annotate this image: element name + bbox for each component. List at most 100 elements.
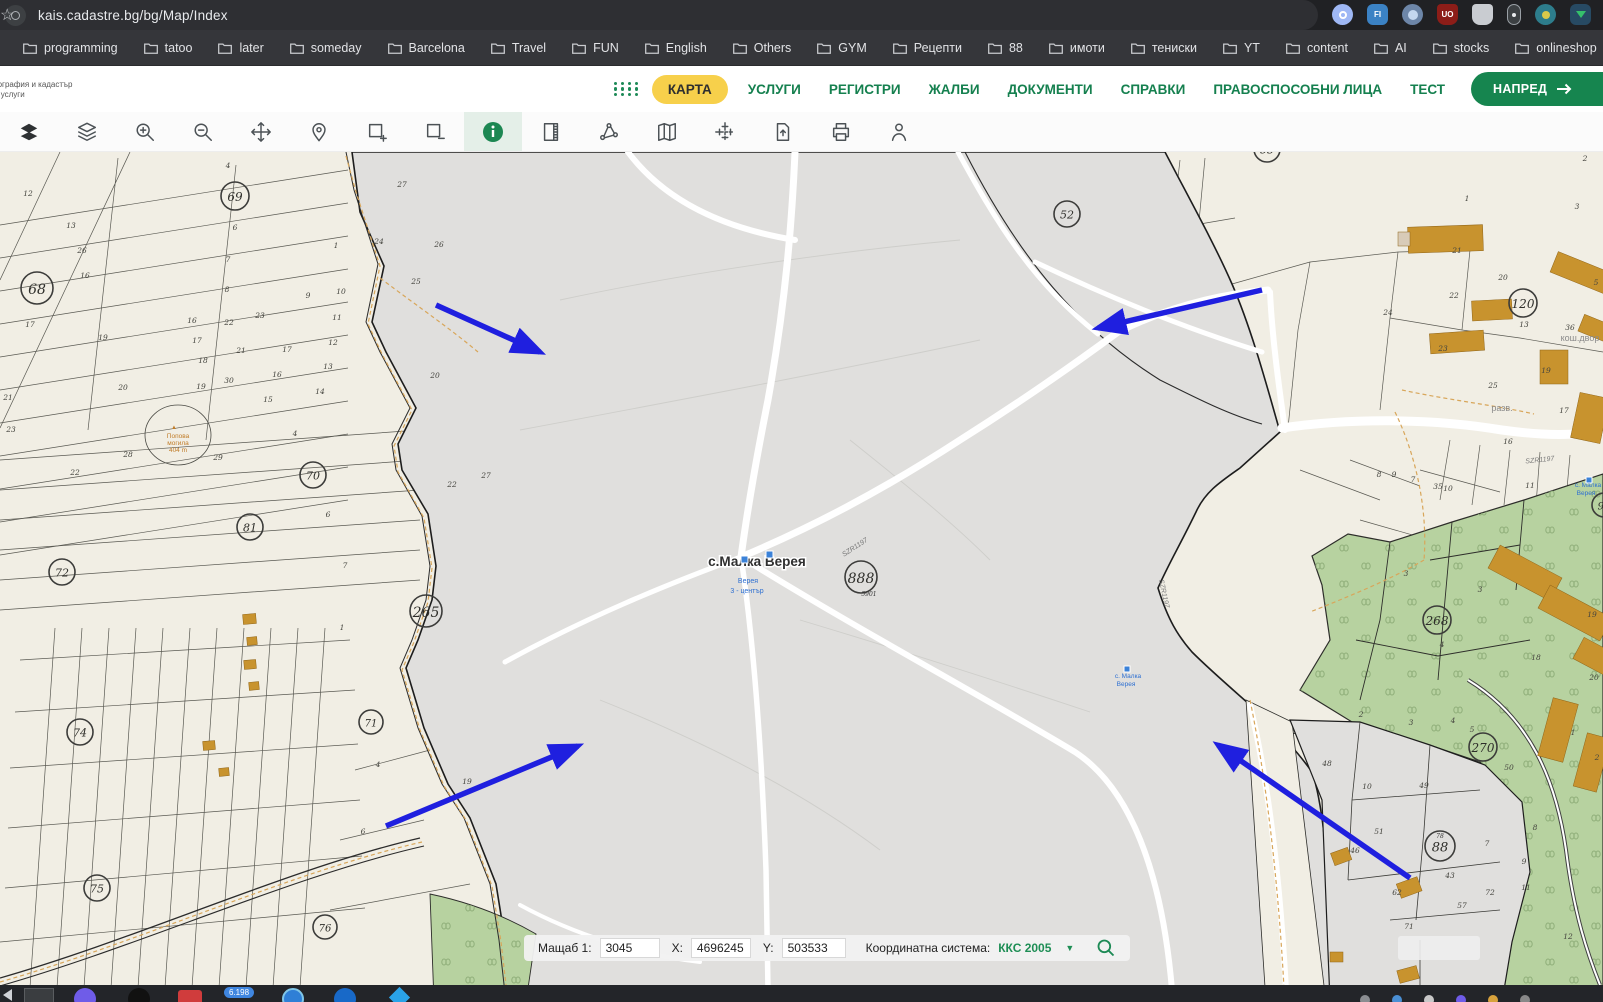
svg-text:▲: ▲ [171,425,177,431]
url-bar[interactable]: kais.cadastre.bg/bg/Map/Index [0,0,1318,30]
svg-text:48: 48 [1321,759,1332,768]
tool-layers-filled-icon[interactable] [0,112,58,151]
forward-button[interactable]: НАПРЕД [1471,72,1603,106]
browser-app-icon[interactable] [282,988,304,1002]
bookmark-folder[interactable]: Travel [478,41,559,55]
tray-icon[interactable] [1456,995,1466,1002]
svg-text:24: 24 [1382,308,1393,317]
nav-item[interactable]: ДОКУМЕНТИ [994,82,1107,97]
bee-extension-icon[interactable] [1535,4,1556,25]
tool-select-rect-add-icon[interactable] [348,112,406,151]
chevron-down-icon[interactable]: ▼ [1065,943,1074,953]
ublock-extension-icon[interactable]: UO [1437,4,1458,25]
app-icon-purple[interactable] [74,988,96,1002]
search-extension-icon[interactable] [1332,4,1353,25]
nav-item[interactable]: УСЛУГИ [734,82,815,97]
bookmark-folder[interactable]: GYM [804,41,879,55]
bookmark-folder[interactable]: FUN [559,41,632,55]
bookmark-folder[interactable]: someday [277,41,375,55]
bookmark-folder[interactable]: Others [720,41,805,55]
app-icon-diamond[interactable] [389,987,410,1002]
fi-extension-icon[interactable]: FI [1367,4,1388,25]
bookmark-folder[interactable]: stocks [1420,41,1502,55]
device-extension-icon[interactable] [1507,4,1521,25]
tool-print-icon[interactable] [812,112,870,151]
app-icon-blue[interactable] [334,988,356,1002]
bookmark-folder[interactable]: YT [1210,41,1273,55]
url-text[interactable]: kais.cadastre.bg/bg/Map/Index [38,8,228,23]
nav-item[interactable]: ЖАЛБИ [915,82,994,97]
tray-icon[interactable] [1360,995,1370,1002]
bookmark-star-icon[interactable]: ☆ [0,5,14,25]
app-icon-black[interactable] [128,988,150,1002]
tray-icon[interactable] [1488,995,1498,1002]
tool-user-icon[interactable] [870,112,928,151]
bookmark-folder[interactable]: имоти [1036,41,1118,55]
tool-zoom-out-icon[interactable] [174,112,232,151]
nav-item[interactable]: ПРАВОСПОСОБНИ ЛИЦА [1199,82,1396,97]
svg-text:76: 76 [319,923,332,934]
scale-input[interactable] [600,938,660,958]
scale-label: Мащаб 1: [538,941,592,955]
tool-axes-icon[interactable] [696,112,754,151]
svg-text:49: 49 [1418,781,1429,790]
tray-icon[interactable] [1392,995,1402,1002]
tool-info-icon[interactable] [464,112,522,151]
map-search-icon[interactable] [1096,938,1116,958]
window-thumbnail[interactable] [24,988,54,1002]
svg-text:404 m: 404 m [169,447,187,454]
svg-text:19: 19 [196,382,206,391]
tool-scale-icon[interactable] [522,112,580,151]
shield-extension-icon[interactable] [1472,4,1493,25]
bookmark-label: AI [1395,41,1407,55]
y-input[interactable] [782,938,846,958]
tool-select-rect-remove-icon[interactable] [406,112,464,151]
crs-select[interactable]: ККС 2005 [998,941,1051,955]
x-label: X: [672,941,683,955]
tray-icon[interactable] [1424,995,1434,1002]
svg-text:21: 21 [235,346,246,355]
nav-item[interactable]: РЕГИСТРИ [815,82,915,97]
folder-icon [1374,42,1388,54]
svg-text:21: 21 [1451,246,1462,255]
svg-text:18: 18 [198,356,208,365]
nav-item[interactable]: СПРАВКИ [1107,82,1200,97]
tray-icon[interactable] [1520,995,1530,1002]
bookmark-folder[interactable]: tatoo [131,41,206,55]
x-input[interactable] [691,938,751,958]
tool-location-icon[interactable] [290,112,348,151]
bookmark-folder[interactable]: AI [1361,41,1420,55]
svg-text:27: 27 [480,471,491,480]
svg-text:1: 1 [340,623,345,632]
bookmark-folder[interactable]: later [205,41,276,55]
cadastre-map[interactable]: 6968708172265717475767752531202682708888… [0,152,1603,1002]
download-extension-icon[interactable] [1570,4,1591,25]
svg-text:2: 2 [1582,154,1588,163]
bookmark-folder[interactable]: content [1273,41,1361,55]
bookmark-folder[interactable]: English [632,41,720,55]
tool-export-icon[interactable] [754,112,812,151]
bookmark-folder[interactable]: тениски [1118,41,1210,55]
tool-layers-outline-icon[interactable] [58,112,116,151]
apps-grid-icon[interactable] [614,82,640,97]
nav-item[interactable]: ТЕСТ [1396,82,1459,97]
svg-text:74: 74 [73,727,87,740]
tool-pan-icon[interactable] [232,112,290,151]
bookmark-folder[interactable]: Barcelona [375,41,478,55]
scale-widget[interactable] [1398,936,1480,960]
volume-icon[interactable] [3,989,12,1001]
svg-text:17: 17 [192,336,202,345]
tool-zoom-in-icon[interactable] [116,112,174,151]
app-icon-red[interactable] [178,990,202,1002]
bookmark-folder[interactable]: onlineshop [1502,41,1603,55]
tool-vertex-icon[interactable] [580,112,638,151]
bookmark-folder[interactable]: 88 [975,41,1036,55]
tool-map-sheet-icon[interactable] [638,112,696,151]
svg-text:20: 20 [1497,273,1508,282]
bookmark-folder[interactable]: programming [10,41,131,55]
svg-text:270: 270 [1471,741,1495,755]
bookmark-folder[interactable]: Рецепти [880,41,975,55]
svg-text:12: 12 [23,189,33,198]
nav-item[interactable]: КАРТА [652,75,728,104]
globe-extension-icon[interactable] [1402,4,1423,25]
